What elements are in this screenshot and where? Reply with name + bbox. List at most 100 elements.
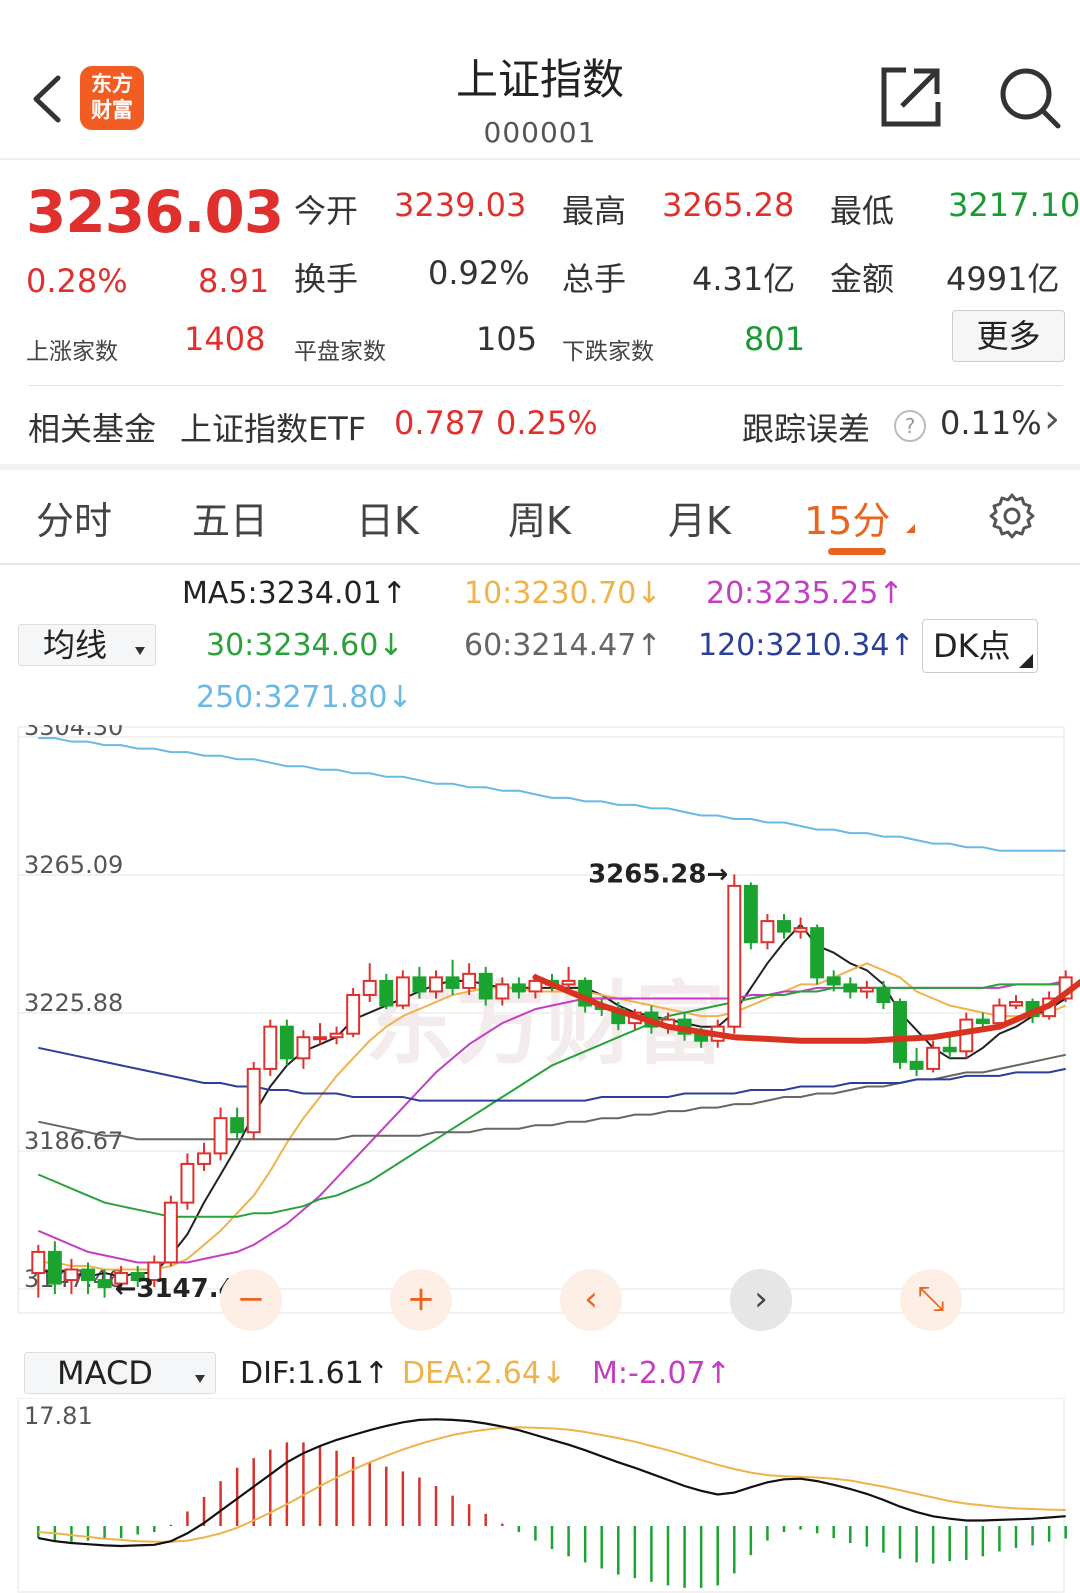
candle-body (180, 1162, 195, 1204)
dropdown-triangle-icon (135, 647, 145, 655)
high-label: 最高 (562, 192, 627, 230)
macd-legend: MACD DIF:1.61↑ DEA:2.64↓ M:-2.07↑ (0, 1352, 1080, 1400)
candle-body (163, 1201, 178, 1264)
candle (329, 1026, 344, 1045)
candle (810, 924, 825, 985)
fund-percent: 0.25% (496, 404, 598, 442)
candle-body (81, 1268, 95, 1282)
ma-selector-dropdown[interactable]: 均线 (18, 624, 156, 666)
candle-body (213, 1117, 228, 1155)
high-annotation: 3265.28→ (588, 859, 728, 889)
candle-body (859, 986, 874, 993)
candle-body (279, 1025, 294, 1060)
candle-body (346, 993, 361, 1035)
dk-point-label: DK点 (933, 627, 1011, 665)
share-icon[interactable] (880, 66, 942, 128)
y-axis-label: 3186.67 (24, 1127, 123, 1155)
flat-count: 105 (476, 320, 538, 358)
macd-y-label: 17.81 (24, 1402, 93, 1430)
candle-body (975, 1018, 990, 1025)
kline-chart[interactable]: 3304.303265.093225.883186.673147.46东方财富3… (0, 725, 1080, 1347)
chevron-right-icon[interactable]: › (1044, 396, 1060, 442)
candle (909, 1047, 924, 1076)
candle (163, 1195, 178, 1266)
search-icon[interactable] (998, 66, 1062, 130)
ma250-value: 250:3271.80↓ (196, 680, 413, 715)
ma-line-250 (38, 737, 1066, 852)
candle-body (197, 1152, 211, 1165)
candle-body (727, 884, 742, 1028)
candle (346, 987, 361, 1038)
tab-five-day[interactable]: 五日 (192, 490, 268, 545)
dk-point-button[interactable]: DK点 (922, 619, 1038, 673)
candle (180, 1153, 195, 1210)
high-value: 3265.28 (662, 186, 795, 224)
tracking-error-value: 0.11% (940, 404, 1042, 442)
ma60-value: 60:3214.47↑ (464, 628, 662, 663)
next-button[interactable]: › (730, 1269, 792, 1331)
candle-body (528, 979, 543, 993)
macd-m-value: M:-2.07↑ (592, 1356, 731, 1391)
dropdown-triangle-icon (195, 1375, 205, 1383)
candle (727, 874, 742, 1034)
candle-body (445, 976, 460, 989)
candle-body (826, 976, 841, 986)
candle (926, 1040, 941, 1073)
fund-price: 0.787 (394, 404, 486, 442)
ma120-value: 120:3210.34↑ (698, 628, 915, 663)
macd-chart[interactable]: 17.81 (0, 1398, 1080, 1593)
macd-selector-dropdown[interactable]: MACD (24, 1352, 216, 1394)
change-amount: 8.91 (198, 262, 270, 300)
tab-dropdown-icon[interactable] (906, 524, 915, 533)
fullscreen-button[interactable]: ⤡ (900, 1269, 962, 1331)
candle-body (511, 983, 526, 993)
candle (793, 917, 808, 939)
candle (230, 1107, 245, 1140)
candle-body (64, 1268, 79, 1282)
prev-button[interactable]: ‹ (560, 1269, 622, 1331)
candle-body (412, 976, 427, 993)
more-button[interactable]: 更多 (952, 310, 1065, 362)
candle (777, 914, 791, 939)
turnover-label: 换手 (294, 260, 359, 298)
candle (213, 1107, 228, 1161)
candle-body (97, 1279, 112, 1289)
section-gap (0, 464, 1080, 470)
tab-daily-k[interactable]: 日K (356, 490, 419, 545)
zoom-in-button[interactable]: + (390, 1269, 452, 1331)
candle-body (909, 1060, 924, 1070)
macd-selector-label: MACD (57, 1354, 153, 1392)
candle-body (362, 979, 377, 996)
tab-15-minute[interactable]: 15分 (804, 490, 890, 545)
open-value: 3239.03 (394, 186, 527, 224)
zoom-out-button[interactable]: − (220, 1269, 282, 1331)
down-count-label: 下跌家数 (562, 339, 654, 365)
fund-name[interactable]: 上证指数ETF (180, 404, 366, 450)
top-nav-bar: 东方 财富 上证指数 000001 (0, 0, 1080, 160)
candle-body (230, 1117, 245, 1134)
candle-body (329, 1032, 344, 1039)
candle-body (31, 1250, 46, 1275)
tab-monthly-k[interactable]: 月K (668, 490, 731, 545)
ma5-value: MA5:3234.01↑ (182, 576, 407, 611)
candle (760, 914, 775, 950)
candle (279, 1019, 294, 1066)
candle (743, 882, 758, 950)
open-label: 今开 (294, 192, 359, 230)
gear-icon[interactable] (988, 492, 1036, 540)
candle-body (793, 927, 808, 933)
candle-body (478, 972, 493, 1000)
divider (0, 563, 1080, 565)
amount-label: 金额 (830, 260, 895, 298)
help-icon[interactable]: ? (894, 410, 926, 442)
tab-intraday[interactable]: 分时 (36, 490, 112, 545)
divider (28, 385, 1063, 386)
tab-weekly-k[interactable]: 周K (508, 490, 571, 545)
dea-line (38, 1426, 1066, 1543)
candle-body (893, 1001, 907, 1063)
low-value: 3217.10 (948, 186, 1080, 224)
ma30-value: 30:3234.60↓ (206, 628, 404, 663)
y-axis-label: 3265.09 (24, 851, 123, 879)
turnover-value: 0.92% (428, 254, 530, 292)
corner-triangle-icon (1019, 654, 1033, 668)
